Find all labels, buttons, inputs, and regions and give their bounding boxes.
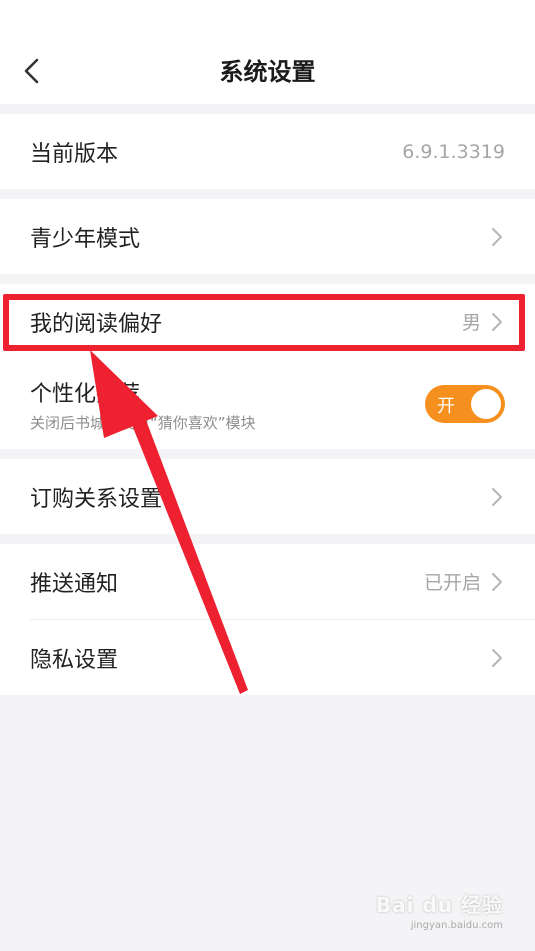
chevron-right-icon	[491, 487, 505, 507]
personal-recommend-row: 个性化推荐 关闭后书城将没有“猜你喜欢”模块 开	[0, 359, 535, 449]
version-value: 6.9.1.3319	[402, 140, 505, 163]
preference-section: 我的阅读偏好 男 个性化推荐 关闭后书城将没有“猜你喜欢”模块 开	[0, 284, 535, 449]
push-notification-row[interactable]: 推送通知 已开启	[0, 544, 535, 619]
youth-mode-row[interactable]: 青少年模式	[0, 199, 535, 274]
subscription-label: 订购关系设置	[30, 486, 163, 512]
notify-section: 推送通知 已开启 隐私设置	[0, 544, 535, 695]
personal-recommend-label: 个性化推荐	[30, 381, 141, 407]
baidu-watermark: Bai du 经验 jingyan.baidu.com	[373, 887, 503, 931]
watermark-subtext: jingyan.baidu.com	[410, 920, 503, 931]
personal-recommend-text: 个性化推荐 关闭后书城将没有“猜你喜欢”模块	[30, 376, 425, 433]
reading-preference-value: 男	[461, 312, 481, 334]
youth-section: 青少年模式	[0, 199, 535, 274]
subscription-row[interactable]: 订购关系设置	[0, 459, 535, 534]
version-section: 当前版本 6.9.1.3319	[0, 114, 535, 189]
version-label: 当前版本	[30, 141, 119, 167]
page-title: 系统设置	[219, 58, 316, 86]
push-notification-label: 推送通知	[30, 571, 119, 597]
watermark-text: Bai du 经验	[375, 893, 503, 917]
reading-preference-label: 我的阅读偏好	[30, 311, 163, 337]
chevron-right-icon	[491, 648, 505, 668]
toggle-label: 开	[437, 396, 455, 417]
toggle-knob	[471, 389, 501, 419]
version-row: 当前版本 6.9.1.3319	[0, 114, 535, 189]
chevron-right-icon	[491, 227, 505, 247]
personal-recommend-hint: 关闭后书城将没有“猜你喜欢”模块	[30, 413, 256, 432]
subscription-section: 订购关系设置	[0, 459, 535, 534]
privacy-label: 隐私设置	[30, 647, 119, 673]
youth-mode-label: 青少年模式	[30, 226, 141, 252]
chevron-right-icon	[491, 572, 505, 592]
push-notification-value: 已开启	[423, 572, 481, 594]
reading-preference-row[interactable]: 我的阅读偏好 男	[0, 284, 535, 359]
personal-recommend-toggle[interactable]: 开	[425, 385, 505, 423]
top-bar: 系统设置	[0, 0, 535, 104]
chevron-right-icon	[491, 312, 505, 332]
privacy-row[interactable]: 隐私设置	[0, 620, 535, 695]
